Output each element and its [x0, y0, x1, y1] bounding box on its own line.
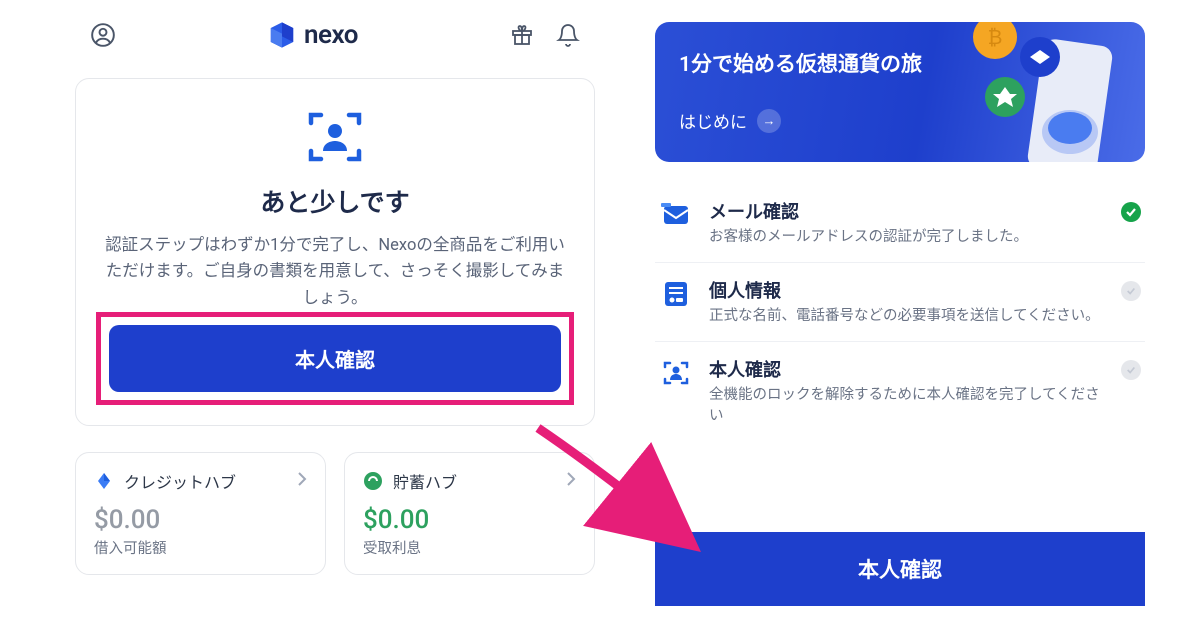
top-bar: nexo: [75, 10, 595, 60]
credit-hub-icon: [94, 471, 114, 491]
verify-identity-button[interactable]: 本人確認: [109, 325, 561, 392]
card-title: あと少しです: [104, 183, 566, 219]
banner-decoration: ₿: [935, 22, 1145, 162]
chevron-right-icon: [566, 471, 576, 491]
banner-cta[interactable]: はじめに →: [679, 108, 781, 133]
arrow-right-icon: →: [757, 109, 781, 133]
onboarding-banner[interactable]: 1分で始める仮想通貨の旅 はじめに → ₿: [655, 22, 1145, 162]
savings-hub-icon: [363, 471, 383, 491]
form-icon: [659, 277, 693, 311]
profile-icon[interactable]: [90, 22, 116, 48]
nexo-logo-icon: [268, 21, 296, 49]
step-desc: 正式な名前、電話番号などの必要事項を送信してください。: [709, 305, 1105, 327]
verify-identity-button-bottom[interactable]: 本人確認: [655, 532, 1145, 606]
hub-value: $0.00: [94, 505, 307, 535]
step-desc: 全機能のロックを解除するために本人確認を完了してください: [709, 384, 1105, 428]
scan-icon: [659, 356, 693, 390]
hub-name: 貯蓄ハブ: [393, 469, 457, 493]
check-pending-icon: [1121, 360, 1141, 380]
hub-label: 借入可能額: [94, 537, 307, 558]
step-title: 本人確認: [709, 356, 1105, 382]
step-desc: お客様のメールアドレスの認証が完了しました。: [709, 226, 1105, 248]
step-email: メール確認 お客様のメールアドレスの認証が完了しました。: [655, 184, 1145, 263]
card-description: 認証ステップはわずか1分で完了し、Nexoの全商品をご利用いただけます。ご自身の…: [104, 233, 566, 312]
scan-person-icon: [303, 105, 367, 169]
hub-label: 受取利息: [363, 537, 576, 558]
credit-hub-card[interactable]: クレジットハブ $0.00 借入可能額: [75, 452, 326, 575]
mail-icon: [659, 198, 693, 232]
step-title: 個人情報: [709, 277, 1105, 303]
step-identity: 本人確認 全機能のロックを解除するために本人確認を完了してください: [655, 342, 1145, 442]
brand-name: nexo: [304, 20, 358, 50]
check-done-icon: [1121, 202, 1141, 222]
hub-value: $0.00: [363, 505, 576, 535]
svg-text:₿: ₿: [988, 25, 1003, 49]
highlight-annotation: 本人確認: [96, 312, 574, 405]
onboarding-steps: メール確認 お客様のメールアドレスの認証が完了しました。 個人情報 正式な名前、…: [655, 184, 1145, 441]
gift-icon[interactable]: [510, 23, 534, 47]
step-title: メール確認: [709, 198, 1105, 224]
brand-logo[interactable]: nexo: [268, 20, 358, 50]
bell-icon[interactable]: [556, 23, 580, 47]
chevron-right-icon: [297, 471, 307, 491]
savings-hub-card[interactable]: 貯蓄ハブ $0.00 受取利息: [344, 452, 595, 575]
hub-name: クレジットハブ: [124, 469, 236, 493]
step-personal-info: 個人情報 正式な名前、電話番号などの必要事項を送信してください。: [655, 263, 1145, 342]
verification-card: あと少しです 認証ステップはわずか1分で完了し、Nexoの全商品をご利用いただけ…: [75, 78, 595, 426]
check-pending-icon: [1121, 281, 1141, 301]
